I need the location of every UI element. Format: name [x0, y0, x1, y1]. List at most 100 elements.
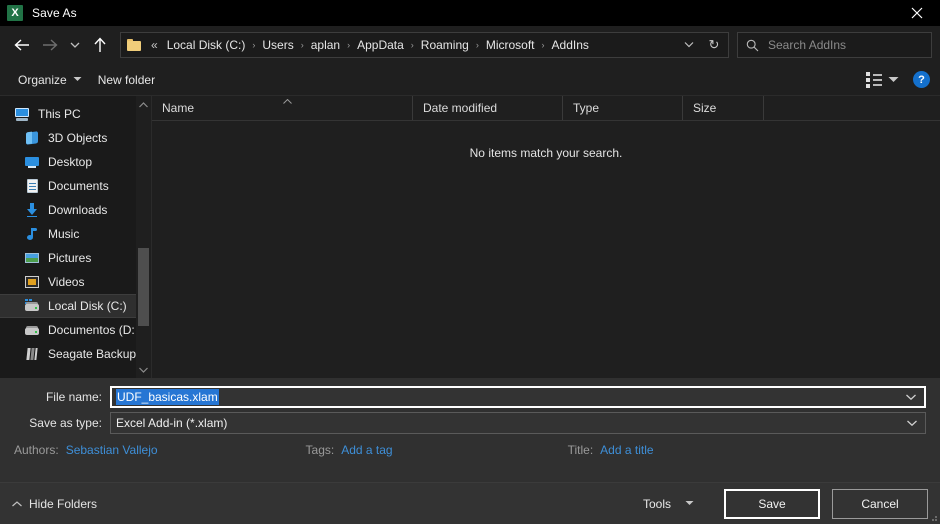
sidebar-item-label: Downloads	[48, 203, 108, 217]
ascending-sort-icon	[283, 97, 292, 106]
breadcrumb-dropdown-icon[interactable]	[678, 40, 702, 51]
chevron-right-icon[interactable]: ›	[298, 40, 307, 50]
breadcrumb-overflow[interactable]: «	[146, 38, 163, 52]
chevron-down-icon	[73, 75, 82, 84]
documents-icon	[24, 178, 40, 194]
breadcrumb-item-3[interactable]: AppData	[353, 35, 408, 55]
breadcrumb-item-5[interactable]: Microsoft	[482, 35, 539, 55]
view-options-chevron-down-icon[interactable]	[888, 75, 899, 85]
close-icon[interactable]	[894, 0, 940, 26]
column-header-type[interactable]: Type	[563, 96, 683, 120]
filename-label: File name:	[45, 390, 102, 404]
up-arrow-icon[interactable]	[86, 31, 114, 59]
resize-grip[interactable]	[927, 511, 937, 521]
sidebar-item-label: Documentos (D:	[48, 323, 135, 337]
sidebar-item-local-disk-c[interactable]: Local Disk (C:)	[0, 294, 151, 318]
refresh-icon[interactable]: ↻	[702, 32, 726, 58]
column-header-filler	[764, 96, 940, 120]
sidebar-item-label: Seagate Backup	[48, 347, 137, 361]
recent-locations-icon[interactable]	[64, 31, 86, 59]
authors-value[interactable]: Sebastian Vallejo	[66, 443, 158, 457]
sidebar-item-label: Desktop	[48, 155, 93, 169]
drive-icon	[24, 322, 40, 338]
tools-label: Tools	[642, 496, 671, 511]
organize-button[interactable]: Organize	[10, 69, 90, 91]
tags-value[interactable]: Add a tag	[341, 443, 392, 457]
column-header-name[interactable]: Name	[152, 96, 413, 120]
downloads-icon	[24, 202, 40, 218]
sidebar-item-seagate-backup[interactable]: Seagate Backup	[0, 342, 151, 366]
sidebar-item-label: Music	[48, 227, 80, 241]
chevron-right-icon[interactable]: ›	[408, 40, 417, 50]
sidebar-item-label: 3D Objects	[48, 131, 108, 145]
chevron-right-icon[interactable]: ›	[344, 40, 353, 50]
column-header-size[interactable]: Size	[683, 96, 764, 120]
breadcrumb-item-2[interactable]: aplan	[307, 35, 344, 55]
sidebar-item-documentos-d[interactable]: Documentos (D:	[0, 318, 151, 342]
empty-state-message: No items match your search.	[469, 146, 623, 160]
savetype-select[interactable]: Excel Add-in (*.xlam)	[110, 412, 926, 434]
chevron-down-icon[interactable]	[906, 392, 916, 402]
sidebar-item-this-pc[interactable]: This PC	[0, 102, 151, 126]
sidebar-scrollbar[interactable]	[136, 96, 151, 378]
breadcrumb[interactable]: « Local Disk (C:) › Users › aplan › AppD…	[120, 32, 729, 58]
metadata-row: Authors: Sebastian Vallejo Tags: Add a t…	[14, 439, 926, 461]
command-toolbar: Organize New folder ?	[0, 64, 940, 96]
sidebar-item-desktop[interactable]: Desktop	[0, 150, 151, 174]
scrollbar-thumb[interactable]	[138, 248, 149, 326]
navigation-tree: This PC 3D Objects Desktop Documents Dow	[0, 96, 151, 366]
filename-input[interactable]: UDF_basicas.xlam	[110, 386, 926, 408]
external-drive-icon	[24, 346, 40, 362]
chevron-right-icon[interactable]: ›	[473, 40, 482, 50]
breadcrumb-item-6[interactable]: AddIns	[548, 35, 593, 55]
sidebar-item-label: Videos	[48, 275, 85, 289]
scroll-down-icon[interactable]	[136, 361, 151, 378]
save-form: File name: UDF_basicas.xlam Save as type…	[0, 378, 940, 482]
forward-arrow-icon[interactable]	[36, 31, 64, 59]
title-value[interactable]: Add a title	[600, 443, 653, 457]
new-folder-button[interactable]: New folder	[90, 69, 163, 91]
sidebar-item-documents[interactable]: Documents	[0, 174, 151, 198]
search-input[interactable]: Search AddIns	[737, 32, 932, 58]
tags-label: Tags:	[305, 443, 335, 457]
sidebar-item-3d-objects[interactable]: 3D Objects	[0, 126, 151, 150]
3d-objects-icon	[24, 130, 40, 146]
cancel-button[interactable]: Cancel	[832, 488, 928, 519]
title-bar: X Save As	[0, 0, 940, 26]
save-button[interactable]: Save	[724, 488, 820, 519]
dialog-footer: Hide Folders Tools Save Cancel	[0, 482, 940, 524]
music-icon	[24, 226, 40, 242]
chevron-right-icon[interactable]: ›	[539, 40, 548, 50]
chevron-down-icon	[685, 499, 694, 508]
hide-folders-button[interactable]: Hide Folders	[12, 497, 97, 511]
chevron-down-icon[interactable]	[907, 418, 917, 428]
sidebar-item-downloads[interactable]: Downloads	[0, 198, 151, 222]
back-arrow-icon[interactable]	[8, 31, 36, 59]
breadcrumb-item-0[interactable]: Local Disk (C:)	[163, 35, 250, 55]
folder-icon	[127, 38, 142, 52]
excel-icon: X	[7, 5, 23, 21]
navigation-bar: « Local Disk (C:) › Users › aplan › AppD…	[0, 26, 940, 64]
column-header-label: Name	[162, 101, 195, 115]
chevron-right-icon[interactable]: ›	[249, 40, 258, 50]
help-button[interactable]: ?	[913, 71, 930, 88]
breadcrumb-item-4[interactable]: Roaming	[417, 35, 473, 55]
tools-button[interactable]: Tools	[635, 492, 702, 516]
savetype-value: Excel Add-in (*.xlam)	[116, 416, 228, 430]
savetype-label: Save as type:	[29, 416, 102, 430]
sidebar-item-music[interactable]: Music	[0, 222, 151, 246]
sidebar-item-pictures[interactable]: Pictures	[0, 246, 151, 270]
organize-label: Organize	[18, 72, 67, 87]
desktop-icon	[24, 154, 40, 170]
sidebar-item-label: Local Disk (C:)	[48, 299, 127, 313]
breadcrumb-item-1[interactable]: Users	[258, 35, 297, 55]
sidebar-item-label: Documents	[48, 179, 109, 193]
sidebar-item-videos[interactable]: Videos	[0, 270, 151, 294]
filename-row: File name: UDF_basicas.xlam	[14, 386, 926, 408]
search-placeholder: Search AddIns	[768, 38, 847, 52]
sidebar-item-label: This PC	[38, 107, 81, 121]
view-layout-icon[interactable]	[866, 71, 882, 88]
scroll-up-icon[interactable]	[136, 96, 151, 113]
filename-value: UDF_basicas.xlam	[116, 389, 219, 405]
column-header-date-modified[interactable]: Date modified	[413, 96, 563, 120]
